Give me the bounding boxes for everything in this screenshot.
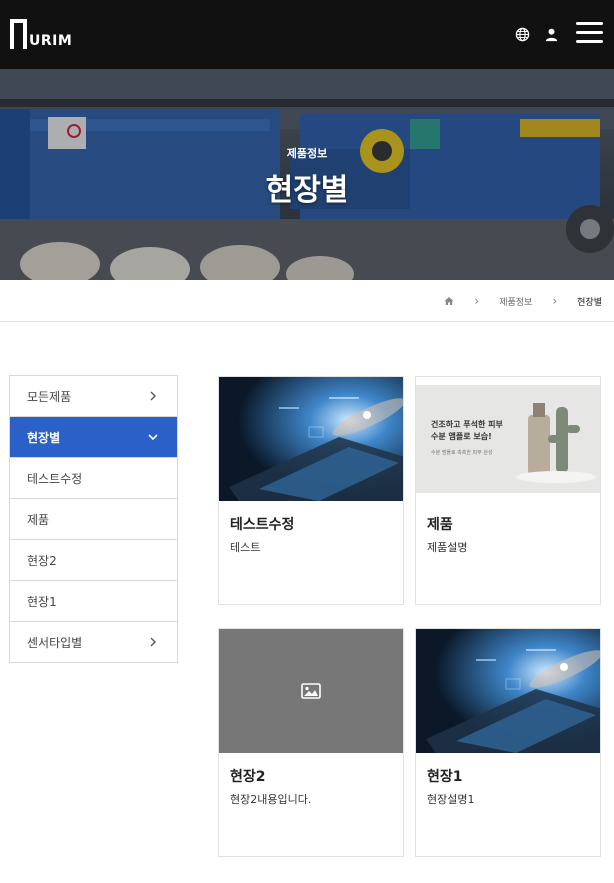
chevron-right-icon (150, 391, 156, 401)
sidebar-item-by-site[interactable]: 현장별 (10, 417, 177, 458)
user-icon[interactable] (544, 27, 559, 42)
image-placeholder (219, 629, 403, 753)
globe-icon[interactable] (515, 27, 530, 42)
logo-mark (10, 19, 27, 53)
logo-text: URIM (29, 33, 73, 49)
sidebar-item-label: 현장별 (27, 430, 61, 445)
breadcrumb-bar: › 제품정보 › 현장별 (0, 280, 614, 322)
tablet-touch-photo (416, 629, 600, 753)
chevron-right-icon: › (552, 294, 558, 308)
sidebar-item-site2[interactable]: 현장2 (10, 540, 177, 581)
breadcrumb: › 제품정보 › 현장별 (444, 280, 602, 322)
sidebar-item-label: 테스트수정 (27, 471, 83, 486)
chevron-right-icon (150, 637, 156, 647)
card-title: 현장1 (427, 769, 463, 785)
logo[interactable]: URIM (10, 17, 73, 53)
product-card[interactable]: 현장2 현장2내용입니다. (218, 628, 404, 857)
hero-banner: 제품정보 현장별 (0, 69, 614, 280)
sidebar-item-label: 모든제품 (27, 389, 72, 404)
product-card[interactable]: 건조하고 푸석한 피부 수분 앰플로 보습! 수분 앰플로 촉촉한 피부 완성 … (415, 376, 601, 605)
sidebar-item-label: 현장2 (27, 553, 57, 568)
chevron-right-icon: › (474, 294, 480, 308)
sidebar-item-label: 제품 (27, 512, 50, 527)
sidebar-item-site1[interactable]: 현장1 (10, 581, 177, 622)
product-card[interactable]: 테스트수정 테스트 (218, 376, 404, 605)
product-card[interactable]: 현장1 현장설명1 (415, 628, 601, 857)
hero-subtitle: 제품정보 (286, 147, 328, 160)
card-thumbnail (416, 629, 600, 753)
card-title: 현장2 (230, 769, 266, 785)
sidebar-menu: 모든제품 현장별 테스트수정 제품 현장2 현장1 센서타입별 (9, 375, 178, 663)
sidebar-item-all-products[interactable]: 모든제품 (10, 376, 177, 417)
sidebar-item-product[interactable]: 제품 (10, 499, 177, 540)
banner-line-2: 수분 앰플로 보습! (431, 432, 492, 441)
card-title: 테스트수정 (230, 517, 295, 533)
card-description: 현장설명1 (427, 793, 475, 806)
banner-headline: 건조하고 푸석한 피부 수분 앰플로 보습! (431, 419, 503, 443)
sidebar-item-test-edit[interactable]: 테스트수정 (10, 458, 177, 499)
top-navigation-bar: URIM (0, 0, 614, 69)
card-thumbnail (219, 629, 403, 753)
hamburger-menu-icon[interactable] (576, 22, 603, 44)
sidebar-item-label: 현장1 (27, 594, 57, 609)
banner-caption: 수분 앰플로 촉촉한 피부 완성 (431, 450, 493, 456)
home-icon[interactable] (444, 296, 454, 306)
card-description: 현장2내용입니다. (230, 793, 312, 806)
card-title: 제품 (427, 517, 453, 533)
card-description: 테스트 (230, 541, 261, 554)
breadcrumb-item-product-info[interactable]: 제품정보 (499, 295, 532, 308)
sidebar-item-sensor-type[interactable]: 센서타입별 (10, 622, 177, 663)
card-description: 제품설명 (427, 541, 468, 554)
banner-line-1: 건조하고 푸석한 피부 (431, 420, 503, 429)
image-placeholder-icon (301, 683, 321, 699)
card-thumbnail (219, 377, 403, 501)
tablet-touch-photo (219, 377, 403, 501)
sidebar-item-label: 센서타입별 (27, 635, 83, 650)
breadcrumb-item-current[interactable]: 현장별 (577, 295, 602, 308)
card-thumbnail: 건조하고 푸석한 피부 수분 앰플로 보습! 수분 앰플로 촉촉한 피부 완성 (416, 377, 600, 501)
page-title: 현장별 (265, 173, 349, 208)
chevron-down-icon (148, 434, 158, 441)
